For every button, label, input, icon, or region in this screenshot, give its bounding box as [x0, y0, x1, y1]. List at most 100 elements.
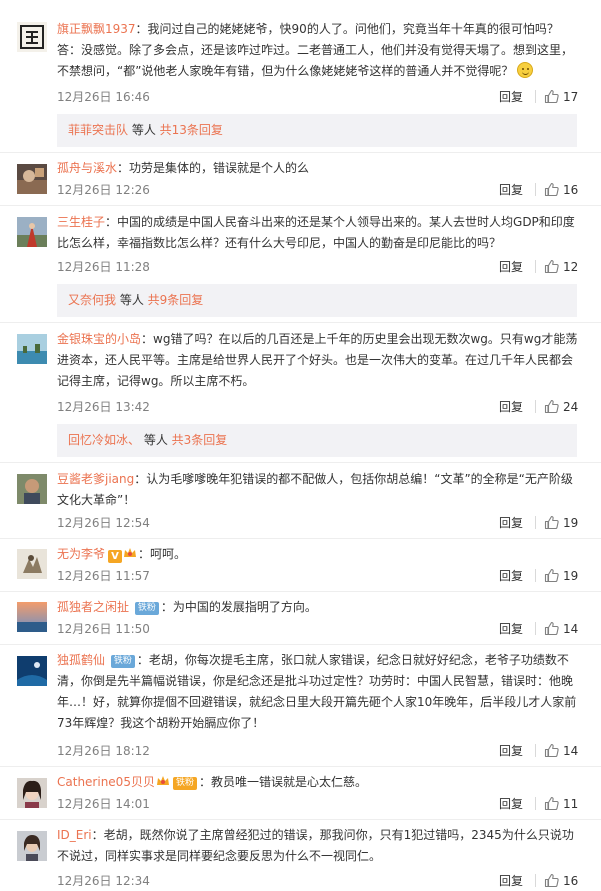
like-button[interactable]: 19	[544, 568, 580, 584]
crown-badge-icon	[156, 776, 169, 785]
comment-meta: 12月26日 12:26 回复 16	[57, 182, 579, 198]
divider	[0, 462, 601, 463]
comment-username[interactable]: 孤舟与溪水	[57, 161, 117, 175]
divider	[535, 622, 536, 635]
more-replies-box[interactable]: 又奈何我 等人 共9条回复	[57, 284, 577, 317]
reply-preview-user[interactable]: 回忆冷如冰、	[68, 433, 140, 447]
comment-username[interactable]: ID_Eri	[57, 828, 92, 842]
comment-body: ：老胡，你每次提毛主席，张口就人家错误，纪念日就好好纪念，老爷子功绩数不清，你倒…	[57, 653, 577, 730]
avatar[interactable]	[17, 549, 47, 579]
more-replies-box[interactable]: 回忆冷如冰、 等人 共3条回复	[57, 424, 577, 457]
like-button[interactable]: 12	[544, 259, 580, 275]
comment-time: 12月26日 14:01	[57, 797, 150, 811]
reply-button[interactable]: 回复	[499, 796, 523, 812]
like-count: 19	[563, 516, 579, 530]
avatar[interactable]	[17, 334, 47, 364]
comment-meta: 12月26日 16:46 回复 17	[57, 89, 579, 105]
vip-badge-icon: V	[108, 550, 123, 563]
comment-username[interactable]: 无为李爷	[57, 547, 105, 561]
comment-body: ：认为毛嗲嗲晚年犯错误的都不配做人，包括你胡总编！“文革”的全称是“无产阶级文化…	[57, 472, 573, 507]
comment-text: 三生桂子：中国的成绩是中国人民奋斗出来的还是某个人领导出来的。某人去世时人均GD…	[57, 212, 579, 254]
divider	[0, 322, 601, 323]
comment-username[interactable]: 豆酱老爹jiang	[57, 472, 134, 486]
comment-feed: 旗正飘飘1937：我问过自己的姥姥姥爷，快90的人了。问他们，究竟当年十年真的很…	[0, 0, 601, 891]
divider	[0, 538, 601, 539]
reply-button[interactable]: 回复	[499, 515, 523, 531]
comment-text: 无为李爷 V ：呵呵。	[57, 544, 579, 565]
avatar[interactable]	[17, 164, 47, 194]
like-button[interactable]: 16	[544, 182, 580, 198]
avatar[interactable]	[17, 831, 47, 861]
comment-username[interactable]: 独孤鹤仙	[57, 653, 105, 667]
comment-time: 12月26日 11:57	[57, 569, 150, 583]
like-count: 24	[563, 400, 579, 414]
reply-button[interactable]: 回复	[499, 182, 523, 198]
reply-button[interactable]: 回复	[499, 399, 523, 415]
more-replies-box[interactable]: 菲菲突击队 等人 共13条回复	[57, 114, 577, 147]
comment-meta: 12月26日 11:50 回复 14	[57, 621, 579, 637]
avatar[interactable]	[17, 602, 47, 632]
comment-username[interactable]: 旗正飘飘1937	[57, 22, 136, 36]
like-button[interactable]: 24	[544, 399, 580, 415]
like-button[interactable]: 11	[544, 796, 580, 812]
comment-meta: 12月26日 11:57 回复 19	[57, 568, 579, 584]
reply-button[interactable]: 回复	[499, 873, 523, 889]
like-button[interactable]: 14	[544, 743, 580, 759]
like-count: 11	[563, 797, 579, 811]
divider	[0, 152, 601, 153]
reply-button[interactable]: 回复	[499, 89, 523, 105]
fan-badge: 铁粉	[110, 655, 135, 668]
reply-preview-user[interactable]: 又奈何我	[68, 293, 116, 307]
reply-button[interactable]: 回复	[499, 568, 523, 584]
divider	[535, 874, 536, 887]
comment-text: 独孤鹤仙 铁粉 ：老胡，你每次提毛主席，张口就人家错误，纪念日就好好纪念，老爷子功…	[57, 650, 579, 734]
thumbs-up-icon	[544, 259, 559, 274]
fan-badge: 铁粉	[172, 777, 197, 790]
more-replies-link[interactable]: 共9条回复	[148, 293, 204, 307]
comment-time: 12月26日 12:34	[57, 874, 150, 888]
reply-button[interactable]: 回复	[499, 621, 523, 637]
comment-username[interactable]: 三生桂子	[57, 215, 105, 229]
comment-username[interactable]: Catherine05贝贝	[57, 775, 155, 789]
avatar[interactable]	[17, 656, 47, 686]
thumbs-up-icon	[544, 399, 559, 414]
comment-body: ：教员唯一错误就是心太仁慈。	[198, 775, 367, 789]
avatar[interactable]	[17, 22, 47, 52]
avatar[interactable]	[17, 217, 47, 247]
more-replies-link[interactable]: 共3条回复	[172, 433, 228, 447]
like-button[interactable]: 17	[544, 89, 580, 105]
reply-preview-text: 等人	[140, 433, 172, 447]
comment-time: 12月26日 12:54	[57, 516, 150, 530]
like-count: 14	[563, 622, 579, 636]
reply-button[interactable]: 回复	[499, 743, 523, 759]
like-button[interactable]: 19	[544, 515, 580, 531]
avatar[interactable]	[17, 474, 47, 504]
thumbs-up-icon	[544, 568, 559, 583]
reply-button[interactable]: 回复	[499, 259, 523, 275]
comment-time: 12月26日 11:28	[57, 260, 150, 274]
reply-preview-user[interactable]: 菲菲突击队	[68, 123, 128, 137]
comment-username[interactable]: 孤独者之闲扯	[57, 600, 129, 614]
comment-text: 豆酱老爹jiang：认为毛嗲嗲晚年犯错误的都不配做人，包括你胡总编！“文革”的全…	[57, 469, 579, 511]
comment-meta: 12月26日 11:28 回复 12	[57, 259, 579, 275]
divider	[535, 90, 536, 103]
like-button[interactable]: 14	[544, 621, 580, 637]
thumbs-up-icon	[544, 796, 559, 811]
comment-meta: 12月26日 18:12 回复 14	[57, 743, 579, 759]
avatar[interactable]	[17, 778, 47, 808]
comment-time: 12月26日 11:50	[57, 622, 150, 636]
comment-time: 12月26日 16:46	[57, 90, 150, 104]
divider	[0, 819, 601, 820]
like-count: 19	[563, 569, 579, 583]
comment-body: ：为中国的发展指明了方向。	[160, 600, 317, 614]
thumbs-up-icon	[544, 515, 559, 530]
more-replies-link[interactable]: 共13条回复	[160, 123, 223, 137]
comment-username[interactable]: 金银珠宝的小岛	[57, 332, 141, 346]
comment-text: 金银珠宝的小岛：wg错了吗？在以后的几百还是上千年的历史里会出现无数次wg。只有…	[57, 329, 579, 392]
divider	[0, 644, 601, 645]
comment-text: Catherine05贝贝 铁粉 ：教员唯一错误就是心太仁慈。	[57, 772, 579, 793]
like-button[interactable]: 16	[544, 873, 580, 889]
comment-body: ：中国的成绩是中国人民奋斗出来的还是某个人领导出来的。某人去世时人均GDP和印度…	[57, 215, 575, 250]
divider	[535, 516, 536, 529]
like-count: 12	[563, 260, 579, 274]
